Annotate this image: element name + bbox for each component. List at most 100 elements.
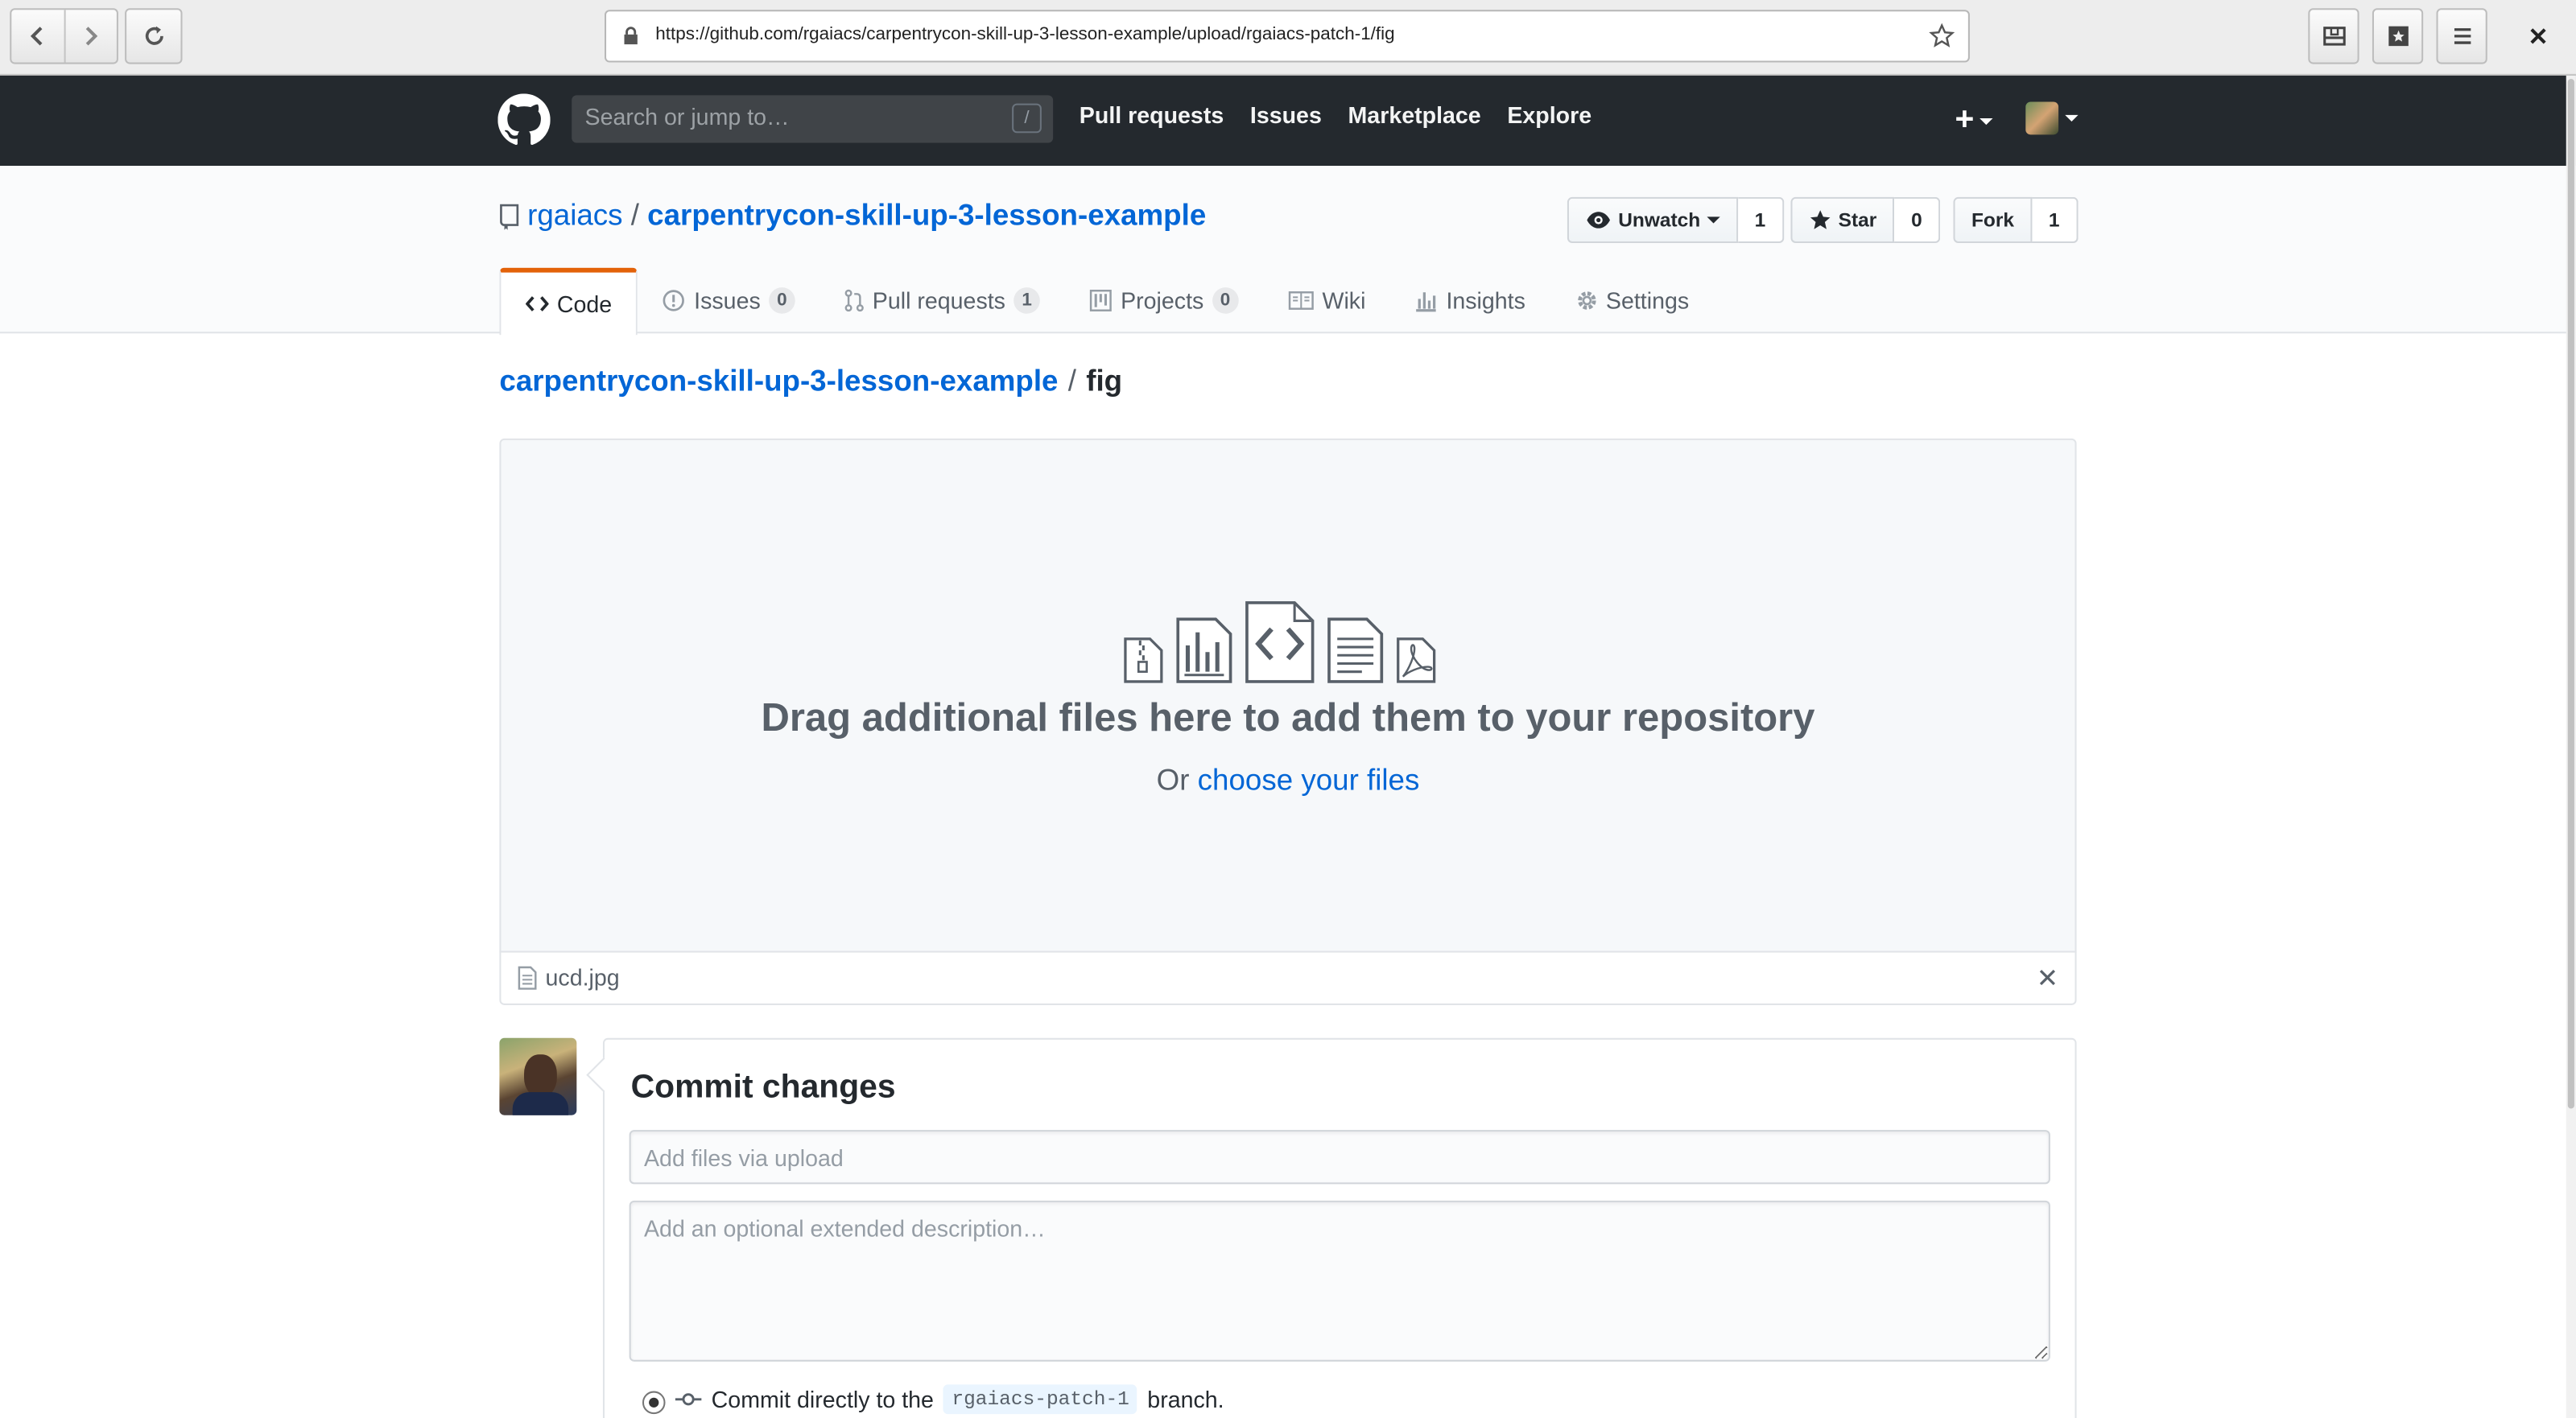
tab-wiki[interactable]: Wiki: [1263, 268, 1390, 334]
unwatch-label: Unwatch: [1618, 208, 1701, 232]
choose-files-link[interactable]: choose your files: [1198, 764, 1420, 797]
search-shortcut-hint: /: [1012, 103, 1042, 134]
tab-projects[interactable]: Projects 0: [1065, 268, 1263, 334]
projects-counter: 0: [1212, 287, 1239, 314]
tab-label: Issues: [694, 287, 761, 314]
tab-label: Wiki: [1322, 287, 1366, 314]
repo-name-link[interactable]: carpentrycon-skill-up-3-lesson-example: [647, 199, 1206, 233]
commit-summary-input[interactable]: [629, 1130, 2050, 1185]
nav-pull-requests[interactable]: Pull requests: [1080, 102, 1224, 129]
repo-owner-link[interactable]: rgaiacs: [527, 199, 622, 233]
breadcrumb-repo-link[interactable]: carpentrycon-skill-up-3-lesson-example: [499, 365, 1058, 399]
repo-title: rgaiacs / carpentrycon-skill-up-3-lesson…: [499, 199, 1206, 233]
tab-code[interactable]: Code: [499, 267, 638, 336]
fork-button[interactable]: Fork: [1953, 196, 2033, 244]
breadcrumb-separator: /: [1067, 365, 1076, 398]
create-new-dropdown[interactable]: +: [1955, 102, 1992, 140]
tab-label: Settings: [1605, 287, 1690, 314]
close-window-button[interactable]: [2519, 16, 2558, 56]
menu-button[interactable]: [2436, 8, 2487, 64]
github-logo-icon[interactable]: [497, 93, 551, 146]
tab-insights[interactable]: Insights: [1390, 268, 1550, 334]
nav-marketplace[interactable]: Marketplace: [1348, 102, 1481, 129]
menu-icon: [2453, 28, 2471, 44]
back-button[interactable]: [11, 10, 63, 62]
star-group: Star 0: [1790, 196, 1941, 244]
library-icon: [2322, 27, 2345, 46]
tab-settings[interactable]: Settings: [1550, 268, 1714, 334]
commit-directly-option[interactable]: Commit directly to the rgaiacs-patch-1 b…: [642, 1384, 1224, 1415]
graph-icon: [1416, 292, 1437, 312]
issue-icon: [663, 290, 685, 311]
tab-label: Insights: [1446, 287, 1525, 314]
upload-drop-zone[interactable]: Drag additional files here to add them t…: [499, 438, 2077, 953]
issues-counter: 0: [768, 287, 795, 314]
header-nav: Pull requests Issues Marketplace Explore: [1080, 102, 1591, 129]
chevron-down-icon: [1707, 216, 1720, 224]
site-header: Search or jump to… / Pull requests Issue…: [0, 75, 2576, 167]
reload-button[interactable]: [125, 8, 183, 64]
fork-count[interactable]: 1: [2032, 196, 2079, 244]
remove-file-button[interactable]: ✕: [2037, 963, 2058, 995]
commit-option-prefix: Commit directly to the: [711, 1386, 934, 1413]
watch-count[interactable]: 1: [1738, 196, 1784, 244]
tab-issues[interactable]: Issues 0: [638, 268, 820, 334]
scrollbar-thumb[interactable]: [2567, 78, 2574, 1109]
uploaded-file-name: ucd.jpg: [545, 963, 620, 991]
page-scrollbar[interactable]: [2566, 75, 2576, 1418]
pull-requests-counter: 1: [1013, 287, 1041, 314]
file-text-icon: [1327, 617, 1384, 683]
back-icon: [30, 27, 42, 46]
url-text: https://github.com/rgaiacs/carpentrycon-…: [655, 24, 1395, 45]
search-input[interactable]: Search or jump to… /: [572, 95, 1054, 143]
repo-nav: Code Issues 0 Pull requests 1 Projects 0…: [499, 267, 1714, 336]
star-button[interactable]: Star: [1790, 196, 1895, 244]
nav-issues[interactable]: Issues: [1250, 102, 1322, 129]
file-icon: [518, 966, 537, 990]
commit-form-title: Commit changes: [630, 1069, 896, 1106]
close-icon: [2530, 28, 2546, 44]
commit-form: Commit changes Commit directly to the rg…: [602, 1037, 2077, 1418]
plus-icon: +: [1955, 101, 1975, 138]
commit-author-avatar: [499, 1037, 577, 1115]
library-button[interactable]: [2308, 8, 2359, 64]
address-bar[interactable]: https://github.com/rgaiacs/carpentrycon-…: [605, 10, 1970, 63]
star-count[interactable]: 0: [1894, 196, 1941, 244]
file-pdf-icon: [1397, 637, 1436, 683]
star-label: Star: [1838, 208, 1877, 232]
commit-directly-radio[interactable]: [642, 1391, 666, 1415]
or-text: Or: [1156, 763, 1190, 797]
fork-group: Fork 1: [1953, 196, 2079, 244]
branch-name-badge: rgaiacs-patch-1: [943, 1384, 1138, 1415]
avatar: [2025, 101, 2059, 135]
repo-separator: /: [630, 198, 639, 232]
drop-zone-subtitle: Or choose your files: [501, 764, 2074, 798]
bookmark-star-icon[interactable]: [1929, 23, 1955, 50]
tab-pull-requests[interactable]: Pull requests 1: [819, 268, 1064, 334]
bookmarks-sidebar-button[interactable]: [2372, 8, 2424, 64]
repository-header: rgaiacs / carpentrycon-skill-up-3-lesson…: [0, 166, 2576, 336]
fork-label: Fork: [1971, 208, 2015, 232]
breadcrumb: carpentrycon-skill-up-3-lesson-example /…: [499, 365, 1122, 399]
watch-group: Unwatch 1: [1567, 196, 1784, 244]
browser-toolbar: https://github.com/rgaiacs/carpentrycon-…: [0, 0, 2576, 76]
tab-label: Pull requests: [872, 287, 1005, 314]
nav-buttons: [10, 8, 118, 64]
nav-explore[interactable]: Explore: [1507, 102, 1591, 129]
unwatch-button[interactable]: Unwatch: [1567, 196, 1739, 244]
forward-button[interactable]: [63, 10, 117, 63]
uploaded-file-row: ucd.jpg ✕: [499, 950, 2077, 1005]
reload-icon: [144, 26, 163, 45]
user-menu-dropdown[interactable]: [2025, 101, 2079, 135]
lock-icon: [624, 27, 638, 45]
book-icon: [1288, 291, 1314, 310]
commit-description-textarea[interactable]: [629, 1200, 2050, 1362]
search-placeholder: Search or jump to…: [584, 103, 790, 130]
drop-zone-title: Drag additional files here to add them t…: [761, 696, 1815, 741]
tab-label: Projects: [1121, 287, 1204, 314]
eye-icon: [1587, 212, 1610, 229]
avatar-shirt: [512, 1092, 569, 1115]
git-commit-icon: [675, 1393, 702, 1406]
commit-option-suffix: branch.: [1147, 1386, 1224, 1413]
repo-icon: [500, 203, 519, 229]
